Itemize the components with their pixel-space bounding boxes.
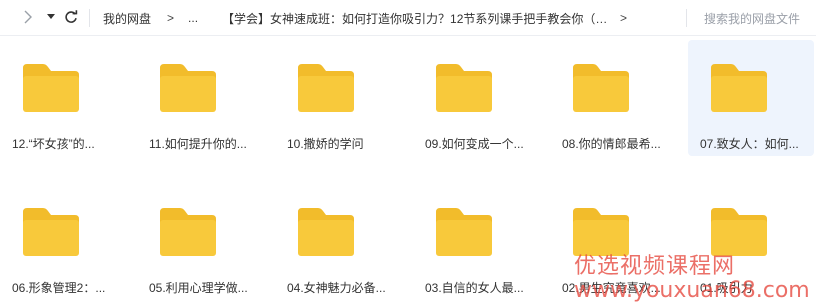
folder-item[interactable]: 03.自信的女人最...	[413, 184, 539, 300]
folder-item[interactable]: 12.“坏女孩”的...	[0, 40, 126, 156]
folder-name: 09.如何变成一个...	[425, 137, 524, 151]
top-navigation-bar: 我的网盘 > ... 【学会】女神速成班：如何打造你吸引力？12节系列课手把手教…	[0, 0, 816, 36]
toolbar-divider	[89, 9, 90, 27]
folder-name: 07.致女人：如何...	[700, 137, 799, 151]
chevron-right-icon	[24, 10, 32, 24]
folder-icon	[436, 208, 492, 256]
folder-item[interactable]: 01.吸引力	[688, 184, 814, 300]
folder-icon	[573, 208, 629, 256]
back-button[interactable]	[19, 8, 37, 26]
folder-icon	[23, 64, 79, 112]
breadcrumb-separator: >	[167, 11, 175, 25]
folder-name: 05.利用心理学做...	[149, 281, 248, 295]
folder-name: 12.“坏女孩”的...	[12, 137, 95, 151]
breadcrumb: 我的网盘 > ... 【学会】女神速成班：如何打造你吸引力？12节系列课手把手教…	[103, 0, 627, 36]
folder-icon	[23, 208, 79, 256]
folder-name: 03.自信的女人最...	[425, 281, 524, 295]
breadcrumb-root-link[interactable]: 我的网盘	[103, 10, 151, 27]
folder-item[interactable]: 11.如何提升你的...	[137, 40, 263, 156]
search-divider	[686, 9, 687, 27]
folder-item[interactable]: 09.如何变成一个...	[413, 40, 539, 156]
search-input[interactable]: 搜索我的网盘文件	[704, 10, 800, 27]
folder-name: 01.吸引力	[700, 281, 753, 295]
folder-icon	[711, 208, 767, 256]
folder-item[interactable]: 04.女神魅力必备...	[275, 184, 401, 300]
breadcrumb-ellipsis[interactable]: ...	[188, 11, 198, 25]
folder-item[interactable]: 02.男生究竟喜欢...	[550, 184, 676, 300]
folder-item[interactable]: 06.形象管理2：...	[0, 184, 126, 300]
folder-icon	[573, 64, 629, 112]
folder-name: 11.如何提升你的...	[149, 137, 247, 151]
folder-name: 04.女神魅力必备...	[287, 281, 386, 295]
folder-item[interactable]: 05.利用心理学做...	[137, 184, 263, 300]
folder-icon	[298, 208, 354, 256]
folder-icon	[436, 64, 492, 112]
folder-name: 10.撒娇的学问	[287, 137, 364, 151]
caret-down-icon	[47, 14, 55, 19]
folder-item[interactable]: 07.致女人：如何...	[688, 40, 814, 156]
folder-item[interactable]: 10.撒娇的学问	[275, 40, 401, 156]
folder-name: 02.男生究竟喜欢...	[562, 281, 661, 295]
folder-icon	[160, 208, 216, 256]
refresh-button[interactable]	[62, 8, 80, 26]
folder-name: 06.形象管理2：...	[12, 281, 106, 295]
folder-name: 08.你的情郎最希...	[562, 137, 661, 151]
history-dropdown-button[interactable]	[42, 8, 60, 26]
folder-icon	[160, 64, 216, 112]
breadcrumb-current-folder[interactable]: 【学会】女神速成班：如何打造你吸引力？12节系列课手把手教会你（完...	[222, 10, 610, 27]
folder-icon	[298, 64, 354, 112]
folder-item[interactable]: 08.你的情郎最希...	[550, 40, 676, 156]
refresh-icon	[65, 10, 78, 23]
folder-icon	[711, 64, 767, 112]
breadcrumb-next-arrow[interactable]: >	[620, 11, 627, 25]
